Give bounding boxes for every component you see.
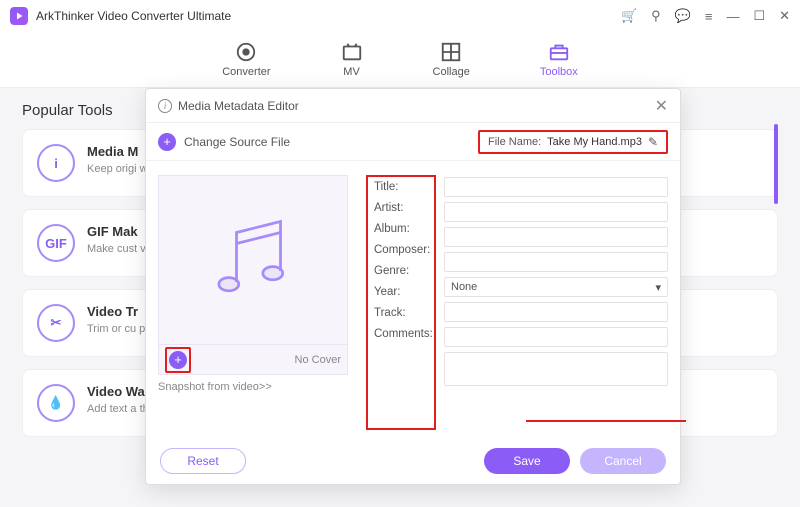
labels-column: Title: Artist: Album: Composer: Genre: Y… [366,175,436,430]
titlebar-left: ArkThinker Video Converter Ultimate [10,7,231,25]
dialog-toolbar: + Change Source File File Name: Take My … [146,123,680,161]
main-tabs: Converter MV Collage Toolbox [0,32,800,88]
dialog-footer: Reset Save Cancel [146,438,680,484]
cover-actions: + No Cover [158,345,348,375]
annotation-line [526,420,686,422]
artist-field[interactable] [444,202,668,222]
filename-value: Take My Hand.mp3 [547,136,642,148]
info-icon: i [158,99,172,113]
key-icon[interactable]: ⚲ [651,8,661,24]
cover-area: + No Cover Snapshot from video>> [158,175,348,430]
tab-converter[interactable]: Converter [222,41,270,78]
collage-icon [440,41,462,63]
add-cover-button[interactable]: + [165,347,191,373]
gif-icon: GIF [37,224,75,262]
reset-button[interactable]: Reset [160,448,246,474]
title-field[interactable] [444,177,668,197]
label-comments: Comments: [374,328,428,340]
add-source-icon[interactable]: + [158,133,176,151]
year-field[interactable] [444,302,668,322]
titlebar-controls: 🛒 ⚲ 💬 ≡ — ☐ ✕ [621,8,790,24]
inputs-column: None▾ [436,175,668,430]
composer-field[interactable] [444,252,668,272]
chevron-down-icon: ▾ [655,281,661,294]
dialog-body: + No Cover Snapshot from video>> Title: … [146,161,680,438]
comments-field[interactable] [444,352,668,386]
track-field[interactable] [444,327,668,347]
mv-icon [341,41,363,63]
change-source-button[interactable]: Change Source File [184,135,290,149]
label-artist: Artist: [374,202,428,214]
no-cover-label: No Cover [295,354,341,366]
metadata-form: Title: Artist: Album: Composer: Genre: Y… [366,175,668,430]
close-icon[interactable]: ✕ [655,96,668,116]
dialog-header: i Media Metadata Editor ✕ [146,89,680,123]
cancel-button[interactable]: Cancel [580,448,666,474]
label-genre: Genre: [374,265,428,277]
tab-mv[interactable]: MV [341,41,363,78]
drop-icon: 💧 [37,384,75,422]
genre-select[interactable]: None▾ [444,277,668,297]
snapshot-link[interactable]: Snapshot from video>> [158,381,348,393]
scissors-icon: ✂ [37,304,75,342]
info-icon: i [37,144,75,182]
converter-icon [235,41,257,63]
dialog-title: Media Metadata Editor [178,99,299,113]
toolbox-icon [548,41,570,63]
menu-icon[interactable]: ≡ [705,9,713,24]
label-album: Album: [374,223,428,235]
feedback-icon[interactable]: 💬 [675,8,691,24]
save-button[interactable]: Save [484,448,570,474]
app-title: ArkThinker Video Converter Ultimate [36,9,231,23]
filename-box: File Name: Take My Hand.mp3 ✎ [478,130,668,154]
accent-scrollbar[interactable] [774,124,778,204]
label-composer: Composer: [374,244,428,256]
label-title: Title: [374,181,428,193]
tab-collage[interactable]: Collage [433,41,470,78]
album-field[interactable] [444,227,668,247]
filename-label: File Name: [488,136,541,148]
cart-icon[interactable]: 🛒 [621,8,637,24]
close-window-icon[interactable]: ✕ [779,8,790,24]
cover-preview [158,175,348,345]
label-track: Track: [374,307,428,319]
edit-filename-icon[interactable]: ✎ [648,135,658,149]
tab-toolbox[interactable]: Toolbox [540,41,578,78]
label-year: Year: [374,286,428,298]
maximize-icon[interactable]: ☐ [753,8,765,24]
music-notes-icon [198,205,308,315]
metadata-editor-dialog: i Media Metadata Editor ✕ + Change Sourc… [145,88,681,485]
app-logo [10,7,28,25]
titlebar: ArkThinker Video Converter Ultimate 🛒 ⚲ … [0,0,800,32]
minimize-icon[interactable]: — [726,9,739,24]
